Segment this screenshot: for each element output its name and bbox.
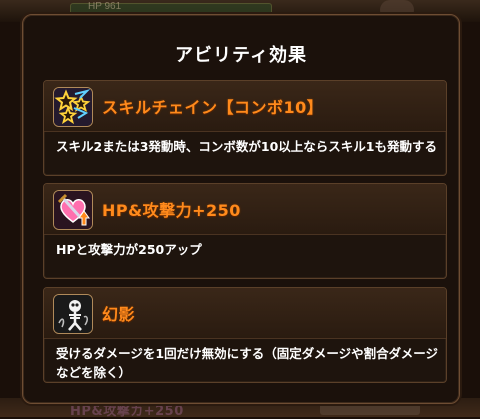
ability-card-skill-chain[interactable]: スキルチェイン【コンボ10】 スキル2または3発動時、コンボ数が10以上ならスキ…: [43, 80, 447, 176]
background-hp-label: HP 961: [88, 1, 122, 12]
ability-name: 幻影: [102, 305, 136, 324]
ability-card-header: HP&攻撃力+250: [44, 184, 446, 235]
ability-name: スキルチェイン【コンボ10】: [102, 98, 324, 117]
ability-description: 受けるダメージを1回だけ無効にする（固定ダメージや割合ダメージなどを除く）: [56, 346, 438, 380]
ability-description: HPと攻撃力が250アップ: [56, 242, 202, 257]
phantom-skeleton-icon: [53, 294, 93, 334]
heart-sword-icon: [53, 190, 93, 230]
ability-card-header: スキルチェイン【コンボ10】: [44, 81, 446, 132]
ability-description: スキル2または3発動時、コンボ数が10以上ならスキル1も発動する: [56, 139, 437, 154]
ability-card-phantom[interactable]: 幻影 受けるダメージを1回だけ無効にする（固定ダメージや割合ダメージなどを除く）: [43, 287, 447, 383]
ability-card-hp-attack[interactable]: HP&攻撃力+250 HPと攻撃力が250アップ: [43, 183, 447, 279]
ability-name: HP&攻撃力+250: [102, 201, 241, 220]
dialog-title: アビリティ効果: [175, 45, 307, 66]
star-chain-icon: [53, 87, 93, 127]
ability-effect-dialog: アビリティ効果 スキルチェイン【コンボ10】 スキル2または3発動時、コンボ数が…: [22, 14, 460, 404]
ability-card-header: 幻影: [44, 288, 446, 339]
